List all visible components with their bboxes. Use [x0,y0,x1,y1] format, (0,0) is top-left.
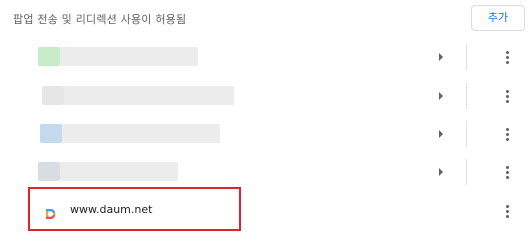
chevron-right-icon[interactable] [434,165,448,179]
blurred-favicon [38,162,60,181]
popup-allowed-header: 팝업 전송 및 리디렉션 사용이 허용됨 추가 [0,0,530,40]
chevron-right-icon[interactable] [434,89,448,103]
more-vert-icon[interactable] [500,200,514,222]
blurred-favicon [40,124,62,143]
more-vert-icon[interactable] [500,85,514,107]
site-row [0,38,530,76]
highlight-box [28,187,241,231]
chevron-right-icon[interactable] [434,50,448,64]
chevron-right-icon[interactable] [434,127,448,141]
more-vert-icon[interactable] [500,46,514,68]
divider [466,121,467,147]
blurred-site-name [60,162,178,181]
site-row [0,153,530,191]
divider [466,83,467,109]
site-row [0,77,530,115]
divider [466,159,467,185]
blurred-site-name [60,47,198,66]
blurred-site-name [64,86,234,105]
site-row [0,115,530,153]
divider [466,44,467,70]
add-button[interactable]: 추가 [471,5,525,31]
more-vert-icon[interactable] [500,161,514,183]
blurred-favicon [38,47,60,66]
section-title: 팝업 전송 및 리디렉션 사용이 허용됨 [13,13,187,26]
blurred-site-name [62,124,220,143]
blurred-favicon [42,86,64,105]
more-vert-icon[interactable] [500,123,514,145]
